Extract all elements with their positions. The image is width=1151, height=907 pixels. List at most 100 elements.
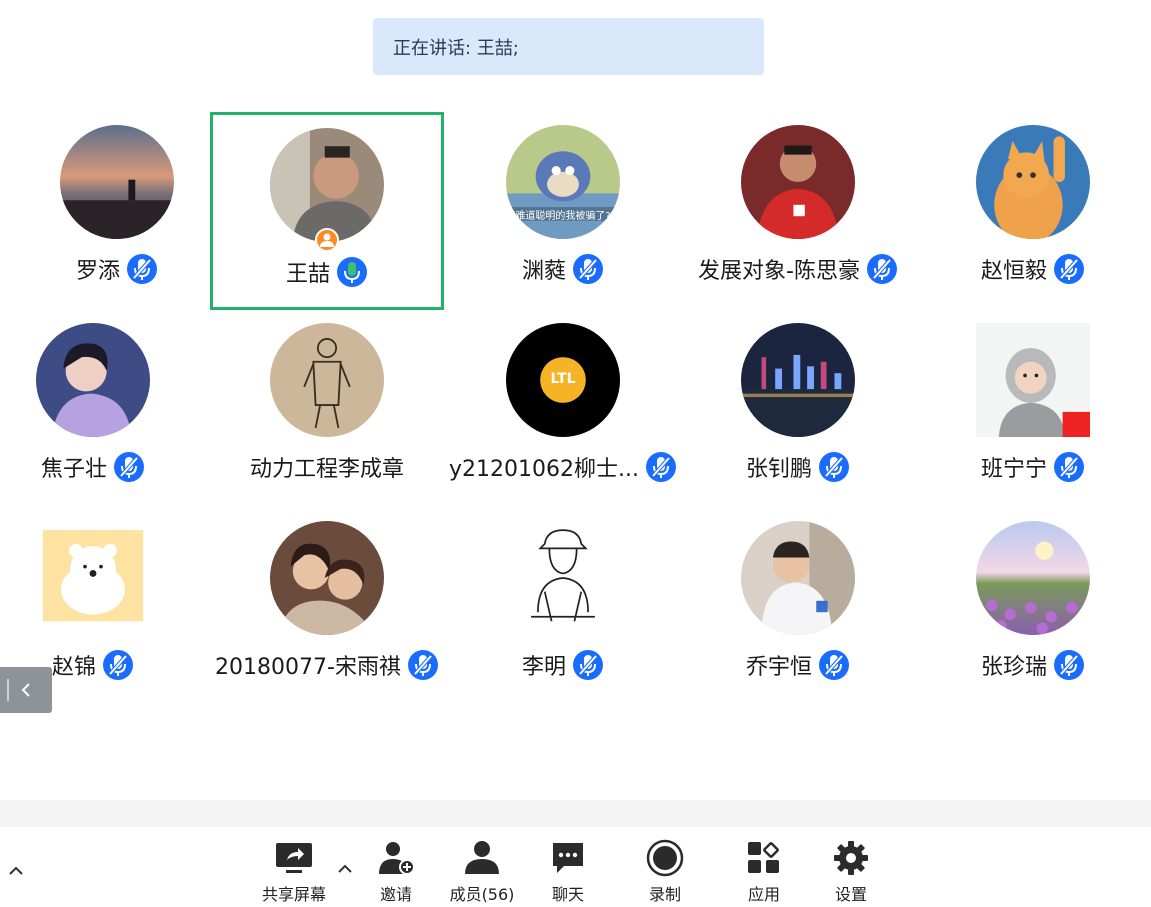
- participant-tile[interactable]: 李明: [446, 508, 680, 706]
- participant-tile[interactable]: 20180077-宋雨祺: [210, 508, 444, 706]
- mic-muted-indicator[interactable]: [1053, 451, 1085, 483]
- participant-tile[interactable]: 罗添: [0, 112, 234, 310]
- mic-muted-icon: [1054, 254, 1084, 284]
- participant-name-line: 乔宇恒: [681, 649, 915, 681]
- participant-tile[interactable]: 难道聪明的我被骗了? 渊蕤: [446, 112, 680, 310]
- avatar-caption: LTL: [550, 371, 576, 387]
- meeting-toolbar: 共享屏幕 邀请 成员(56) 聊天 录制 应用 设置: [0, 827, 1151, 907]
- participant-name: 罗添: [75, 259, 120, 284]
- participant-name-line: 班宁宁: [916, 451, 1150, 483]
- participant-name-line: 李明: [446, 649, 680, 681]
- participant-name-line: 动力工程李成章: [210, 451, 444, 483]
- mic-speaking-icon: [337, 257, 367, 287]
- invite-button[interactable]: 邀请: [370, 839, 422, 905]
- members-button[interactable]: 成员(56): [446, 839, 518, 905]
- avatar: [60, 125, 174, 239]
- mic-muted-indicator[interactable]: [818, 451, 850, 483]
- chevron-left-icon: [7, 679, 30, 701]
- participant-tile[interactable]: 张钊鹏: [681, 310, 915, 508]
- mic-speaking-indicator[interactable]: [336, 256, 368, 288]
- settings-button[interactable]: 设置: [825, 839, 877, 905]
- mic-muted-icon: [819, 452, 849, 482]
- add-user-icon: [379, 842, 415, 875]
- mic-muted-icon: [407, 650, 438, 680]
- record-icon: [646, 839, 684, 877]
- host-badge-icon: [315, 228, 339, 252]
- speaking-banner: 正在讲话: 王喆;: [373, 18, 764, 75]
- participant-name-line: 焦子壮: [0, 451, 210, 483]
- settings-label: 设置: [834, 885, 867, 904]
- participant-grid: 罗添 王喆 难道聪明的我被骗了? 渊蕤 发展对象-陈思豪 赵恒毅 焦子壮 动力工程…: [0, 112, 1151, 706]
- chat-icon: [553, 843, 583, 873]
- participant-tile[interactable]: 王喆: [210, 112, 444, 310]
- mic-muted-icon: [866, 254, 897, 284]
- mic-muted-indicator[interactable]: [866, 253, 898, 285]
- mic-muted-icon: [573, 254, 603, 284]
- participant-tile[interactable]: 发展对象-陈思豪: [681, 112, 915, 310]
- share-screen-button[interactable]: 共享屏幕: [258, 839, 330, 905]
- mic-muted-indicator[interactable]: [113, 451, 145, 483]
- record-button[interactable]: 录制: [639, 839, 691, 905]
- record-label: 录制: [648, 885, 681, 904]
- mic-muted-icon: [573, 650, 603, 680]
- meeting-window: 正在讲话: 王喆; 罗添 王喆 难道聪明的我被骗了? 渊蕤 发展对象-陈思豪 赵恒…: [0, 0, 1151, 907]
- toolbar-divider: [0, 800, 1151, 827]
- participant-name: 赵锦: [51, 655, 96, 680]
- participant-tile[interactable]: 张珍瑞: [916, 508, 1150, 706]
- participant-name: 班宁宁: [980, 457, 1047, 482]
- mic-muted-icon: [114, 452, 144, 482]
- mic-muted-indicator[interactable]: [1053, 253, 1085, 285]
- avatar: [36, 521, 150, 635]
- mic-muted-indicator[interactable]: [818, 649, 850, 681]
- collapse-sidebar-button[interactable]: [0, 667, 52, 713]
- avatar: [741, 323, 855, 437]
- mic-muted-indicator[interactable]: [645, 451, 677, 483]
- avatar: [976, 125, 1090, 239]
- avatar: [270, 521, 384, 635]
- share-options-caret-icon[interactable]: [335, 859, 355, 879]
- participant-tile[interactable]: 赵恒毅: [916, 112, 1150, 310]
- apps-label: 应用: [747, 885, 780, 904]
- mic-muted-indicator[interactable]: [572, 253, 604, 285]
- participant-tile[interactable]: LTL y21201062柳士...: [446, 310, 680, 508]
- participant-row: 焦子壮 动力工程李成章 LTL y21201062柳士... 张钊鹏 班宁宁: [0, 310, 1151, 508]
- mic-muted-indicator[interactable]: [1053, 649, 1085, 681]
- participant-tile[interactable]: 动力工程李成章: [210, 310, 444, 508]
- avatar: LTL: [506, 323, 620, 437]
- participant-name-line: y21201062柳士...: [446, 451, 680, 483]
- participant-name: 20180077-宋雨祺: [215, 655, 401, 680]
- avatar-caption: 难道聪明的我被骗了?: [515, 211, 611, 222]
- mic-muted-icon: [819, 650, 849, 680]
- avatar: 难道聪明的我被骗了?: [506, 125, 620, 239]
- participant-name-line: 张钊鹏: [681, 451, 915, 483]
- expand-toolbar-icon[interactable]: [6, 861, 26, 881]
- mic-muted-icon: [645, 452, 676, 482]
- mic-muted-indicator[interactable]: [572, 649, 604, 681]
- participant-tile[interactable]: 乔宇恒: [681, 508, 915, 706]
- mic-muted-indicator[interactable]: [407, 649, 439, 681]
- mic-muted-icon: [1054, 650, 1084, 680]
- members-label: 成员(56): [449, 885, 515, 904]
- participant-tile[interactable]: 班宁宁: [916, 310, 1150, 508]
- participant-name: 赵恒毅: [980, 259, 1047, 284]
- avatar: [976, 521, 1090, 635]
- share-screen-icon: [276, 843, 312, 873]
- participant-tile[interactable]: 焦子壮: [0, 310, 210, 508]
- participant-name-line: 发展对象-陈思豪: [681, 253, 915, 285]
- mic-muted-indicator[interactable]: [102, 649, 134, 681]
- share-screen-label: 共享屏幕: [261, 885, 326, 904]
- participant-name-line: 渊蕤: [446, 253, 680, 285]
- participant-row: 赵锦 20180077-宋雨祺 李明 乔宇恒 张珍瑞: [0, 508, 1151, 706]
- avatar: [741, 125, 855, 239]
- participant-name: 李明: [521, 655, 566, 680]
- apps-icon: [748, 842, 779, 873]
- participant-name: 王喆: [285, 262, 330, 287]
- mic-muted-indicator[interactable]: [126, 253, 158, 285]
- chat-button[interactable]: 聊天: [542, 839, 594, 905]
- participant-name-line: 张珍瑞: [916, 649, 1150, 681]
- participant-name-line: 赵恒毅: [916, 253, 1150, 285]
- participant-row: 罗添 王喆 难道聪明的我被骗了? 渊蕤 发展对象-陈思豪 赵恒毅: [0, 112, 1151, 310]
- apps-button[interactable]: 应用: [738, 839, 790, 905]
- participant-name: 焦子壮: [40, 457, 107, 482]
- participant-name: 渊蕤: [521, 259, 566, 284]
